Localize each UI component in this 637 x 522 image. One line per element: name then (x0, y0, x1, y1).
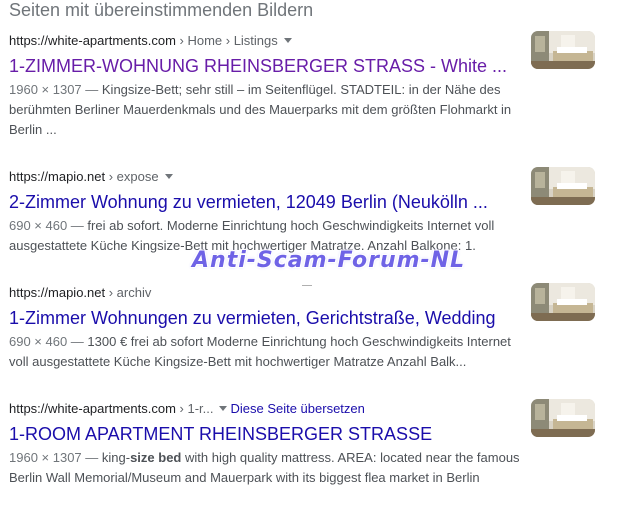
search-result: https://white-apartments.com › Home › Li… (9, 32, 529, 140)
apartment-photo-icon (531, 399, 595, 437)
result-thumbnail[interactable] (531, 399, 595, 437)
result-snippet: 1960 × 1307 — king-size bed with high qu… (9, 448, 524, 488)
image-size-meta: 1960 × 1307 — (9, 82, 102, 97)
search-result: https://white-apartments.com › 1-r... Die… (9, 400, 529, 488)
result-title-link[interactable]: 1-ZIMMER-WOHNUNG RHEINSBERGER STRASS - W… (9, 54, 529, 78)
result-snippet: 690 × 460 — 1300 € frei ab sofort Modern… (9, 332, 524, 372)
result-thumbnail[interactable] (531, 31, 595, 69)
apartment-photo-icon (531, 167, 595, 205)
section-heading: Seiten mit übereinstimmenden Bildern (9, 0, 314, 20)
search-result: https://mapio.net › archiv 1-Zimmer Wohn… (9, 284, 529, 372)
result-title-link[interactable]: 1-Zimmer Wohnungen zu vermieten, Gericht… (9, 306, 529, 330)
result-cite[interactable]: https://white-apartments.com › 1-r... Die… (9, 400, 529, 418)
image-size-meta: 690 × 460 — (9, 218, 88, 233)
image-size-meta: 690 × 460 — (9, 334, 88, 349)
result-thumbnail[interactable] (531, 167, 595, 205)
result-title-link[interactable]: 2-Zimmer Wohnung zu vermieten, 12049 Ber… (9, 190, 529, 214)
cite-path: › expose (105, 169, 159, 184)
apartment-photo-icon (531, 31, 595, 69)
cite-path: › Home › Listings (175, 33, 278, 48)
cite-domain: https://mapio.net (9, 285, 106, 300)
translate-page-link[interactable]: Diese Seite übersetzen (230, 401, 364, 416)
dropdown-arrow-icon[interactable] (219, 406, 228, 411)
dropdown-arrow-icon[interactable] (164, 174, 173, 179)
apartment-photo-icon (531, 283, 595, 321)
snippet-text: king- (101, 450, 131, 465)
cite-domain: https://mapio.net (9, 169, 106, 184)
result-cite[interactable]: https://mapio.net › archiv (9, 284, 529, 302)
dropdown-arrow-icon[interactable] (283, 38, 292, 43)
cite-domain: https://white-apartments.com (9, 401, 176, 416)
result-cite[interactable]: https://mapio.net › expose (9, 168, 529, 186)
result-cite[interactable]: https://white-apartments.com › Home › Li… (9, 32, 529, 50)
cite-domain: https://white-apartments.com (9, 33, 176, 48)
result-title-link[interactable]: 1-ROOM APARTMENT RHEINSBERGER STRASSE (9, 422, 529, 446)
snippet-highlight: size bed (130, 450, 182, 465)
result-snippet: 1960 × 1307 — Kingsize-Bett; sehr still … (9, 80, 524, 140)
search-result: https://mapio.net › expose 2-Zimmer Wohn… (9, 168, 529, 256)
cite-path: › 1-r... (175, 401, 214, 416)
stray-mark (302, 285, 312, 286)
watermark-text: Anti-Scam-Forum-NL (192, 248, 466, 273)
result-thumbnail[interactable] (531, 283, 595, 321)
cite-path: › archiv (105, 285, 152, 300)
image-size-meta: 1960 × 1307 — (9, 450, 102, 465)
